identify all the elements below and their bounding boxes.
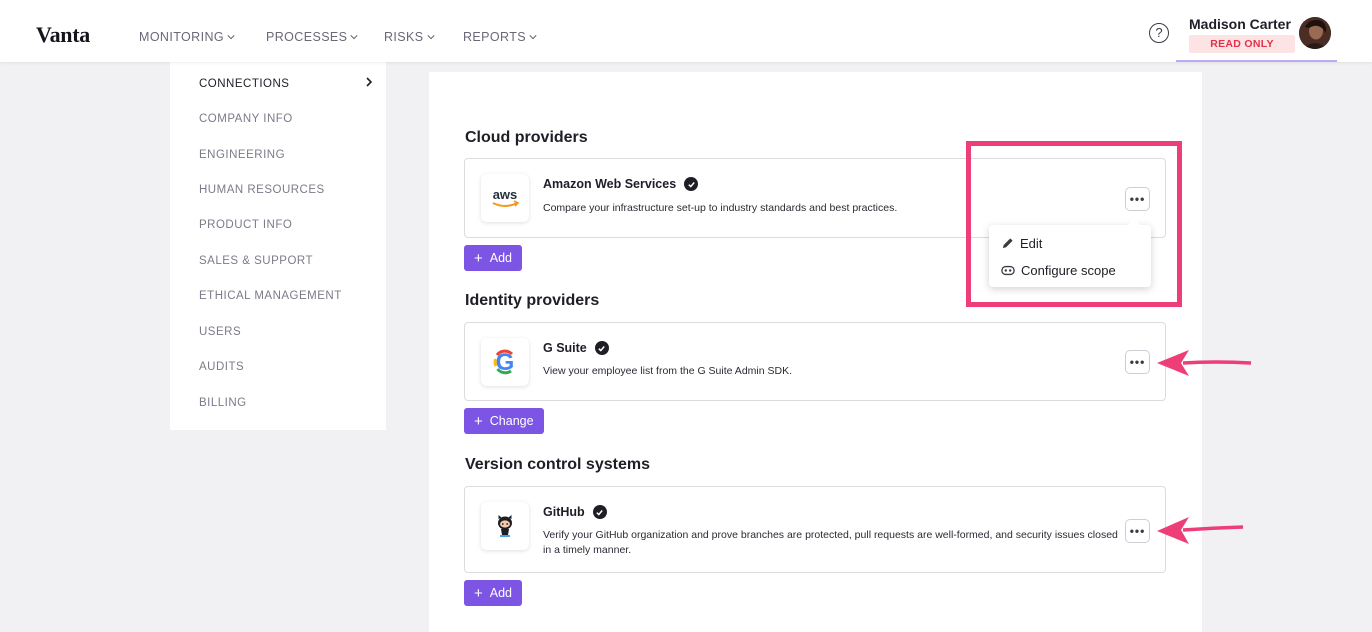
help-icon[interactable]: ?: [1149, 23, 1169, 43]
change-identity-provider-button[interactable]: + Change: [464, 408, 544, 434]
more-icon: •••: [1129, 355, 1146, 369]
google-g-logo: G: [493, 349, 514, 376]
gsuite-logo: G: [481, 338, 529, 386]
github-more-options-button[interactable]: •••: [1125, 519, 1150, 543]
gsuite-description: View your employee list from the G Suite…: [543, 365, 792, 377]
add-cloud-provider-button[interactable]: + Add: [464, 245, 523, 271]
gsuite-title: G Suite: [543, 341, 609, 355]
check-circle-icon: [684, 177, 699, 191]
top-nav-bar: Vanta MONITORING PROCESSES RISKS REPORTS…: [0, 0, 1372, 62]
section-title-identity-providers: Identity providers: [465, 292, 600, 309]
aws-name: Amazon Web Services: [543, 177, 677, 191]
github-card: GitHub Verify your GitHub organization a…: [464, 486, 1166, 573]
sidebar-item-human-resources[interactable]: HUMAN RESOURCES: [199, 184, 325, 196]
sidebar-item-ethical-management[interactable]: ETHICAL MANAGEMENT: [199, 290, 342, 302]
user-menu-underline: [1176, 60, 1337, 62]
avatar[interactable]: [1299, 17, 1331, 49]
plus-icon: +: [474, 584, 483, 602]
github-name: GitHub: [543, 505, 585, 519]
sidebar-item-connections[interactable]: CONNECTIONS: [199, 78, 289, 90]
chevron-down-icon: [227, 35, 235, 40]
sidebar-item-sales-support[interactable]: SALES & SUPPORT: [199, 255, 313, 267]
nav-processes[interactable]: PROCESSES: [266, 30, 359, 44]
sidebar-item-company-info[interactable]: COMPANY INFO: [199, 113, 293, 125]
gsuite-card: G G Suite View your employee list from t…: [464, 322, 1166, 401]
github-description: Verify your GitHub organization and prov…: [543, 529, 1118, 556]
aws-logo-mark: aws: [492, 187, 520, 207]
aws-logo: aws: [481, 174, 529, 222]
chevron-down-icon: [529, 35, 537, 40]
github-title: GitHub: [543, 505, 607, 519]
change-identity-provider-label: Change: [489, 414, 534, 428]
github-octocat-icon: [498, 515, 512, 537]
arrow-annotation-icon: [1157, 517, 1244, 544]
chevron-right-icon: [366, 77, 373, 87]
github-logo: [481, 502, 529, 550]
add-version-control-label: Add: [489, 586, 513, 600]
arrow-annotation-icon: [1157, 350, 1252, 376]
nav-reports-label: REPORTS: [463, 30, 526, 44]
sidebar-item-product-info[interactable]: PRODUCT INFO: [199, 219, 292, 231]
nav-processes-label: PROCESSES: [266, 30, 348, 44]
nav-monitoring[interactable]: MONITORING: [139, 30, 235, 44]
chevron-down-icon: [426, 35, 435, 40]
aws-title: Amazon Web Services: [543, 177, 699, 191]
check-circle-icon: [594, 341, 609, 355]
plus-icon: +: [474, 412, 483, 430]
nav-monitoring-label: MONITORING: [139, 30, 225, 44]
sidebar-item-audits[interactable]: AUDITS: [199, 361, 244, 373]
read-only-badge: READ ONLY: [1189, 35, 1295, 53]
more-icon: •••: [1129, 524, 1146, 538]
sidebar-item-engineering[interactable]: ENGINEERING: [199, 149, 285, 161]
chevron-down-icon: [350, 35, 359, 40]
sidebar-item-billing[interactable]: BILLING: [199, 397, 247, 409]
nav-risks-label: RISKS: [384, 30, 424, 44]
check-circle-icon: [592, 505, 607, 519]
add-version-control-button[interactable]: + Add: [464, 580, 523, 606]
user-name[interactable]: Madison Carter: [1189, 16, 1291, 32]
aws-logo-text: aws: [493, 187, 518, 202]
avatar-image: [1299, 17, 1331, 49]
highlight-box: [966, 141, 1182, 307]
plus-icon: +: [474, 249, 483, 267]
nav-risks[interactable]: RISKS: [384, 30, 435, 44]
section-title-cloud-providers: Cloud providers: [465, 129, 588, 146]
nav-reports[interactable]: REPORTS: [463, 30, 537, 44]
gsuite-name: G Suite: [543, 341, 587, 355]
settings-sidebar: CONNECTIONS COMPANY INFO ENGINEERING HUM…: [170, 62, 386, 430]
add-cloud-provider-label: Add: [489, 251, 513, 265]
vanta-logo[interactable]: Vanta: [36, 22, 90, 48]
sidebar-item-users[interactable]: USERS: [199, 326, 241, 338]
section-title-version-control: Version control systems: [465, 456, 650, 473]
gsuite-more-options-button[interactable]: •••: [1125, 350, 1150, 374]
